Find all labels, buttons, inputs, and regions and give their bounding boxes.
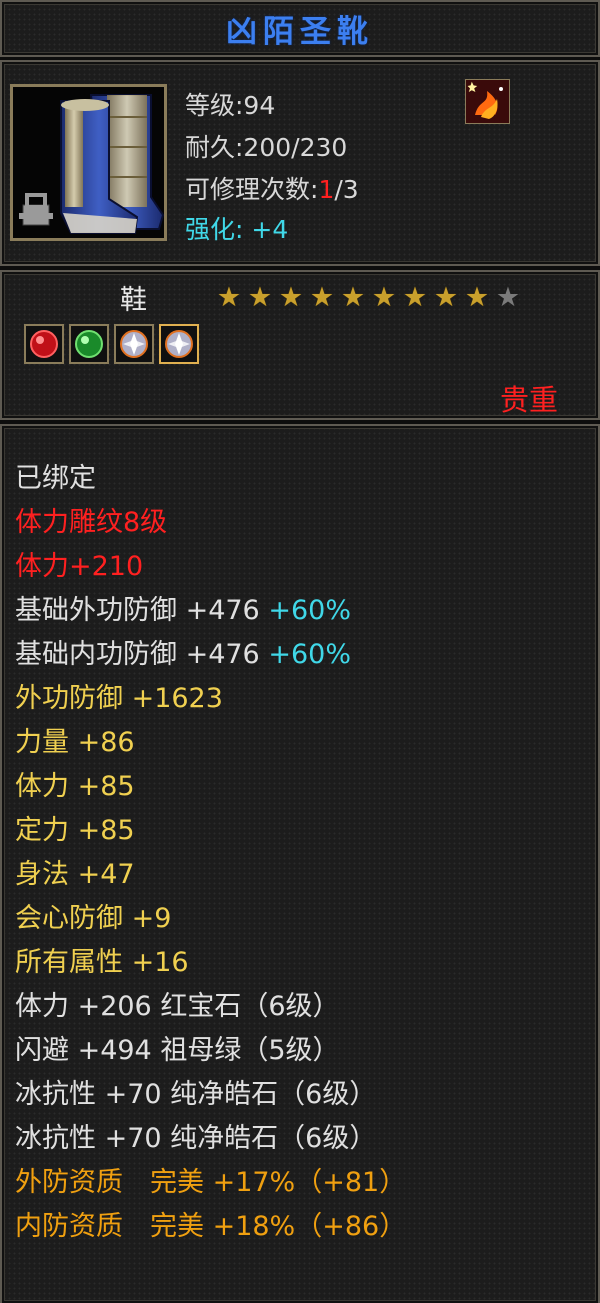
star-filled-icon: ★ bbox=[402, 282, 428, 313]
agility: 身法 +47 bbox=[15, 859, 135, 890]
base-external-defense: 基础外功防御 +476 +60% bbox=[15, 588, 351, 627]
enhance-level: 强化: +4 bbox=[185, 210, 288, 246]
star-filled-icon: ★ bbox=[278, 282, 304, 313]
item-durability: 耐久:200/230 bbox=[185, 133, 348, 162]
aptitude-internal: 内防资质 完美 +18%（+86） bbox=[15, 1211, 407, 1242]
star-filled-icon: ★ bbox=[371, 282, 397, 313]
repair-suffix: /3 bbox=[334, 175, 359, 204]
bound-status: 已绑定 bbox=[15, 463, 96, 494]
star-filled-icon: ★ bbox=[433, 282, 459, 313]
carve-level: 体力雕纹8级 bbox=[15, 507, 168, 538]
star-rating: ★ ★ ★ ★ ★ ★ ★ ★ ★ ★ bbox=[214, 284, 523, 311]
critical-defense: 会心防御 +9 bbox=[15, 903, 172, 934]
gem-bonus-1: 体力 +206 红宝石（6级） bbox=[15, 991, 340, 1022]
gem-bonus-3: 冰抗性 +70 纯净皓石（6级） bbox=[15, 1079, 377, 1110]
aptitude-external: 外防资质 完美 +17%（+81） bbox=[15, 1167, 407, 1198]
base-external-defense-percent: +60% bbox=[268, 595, 351, 626]
star-empty-icon: ★ bbox=[495, 282, 521, 313]
repair-current: 1 bbox=[318, 175, 335, 204]
enhance-value: +4 bbox=[251, 215, 289, 244]
diamond-gem-icon[interactable] bbox=[114, 324, 154, 364]
focus: 定力 +85 bbox=[15, 815, 135, 846]
base-internal-defense-percent: +60% bbox=[268, 639, 351, 670]
enhance-label: 强化: bbox=[185, 215, 244, 244]
star-filled-icon: ★ bbox=[309, 282, 335, 313]
external-defense: 外功防御 +1623 bbox=[15, 683, 223, 714]
item-title: 凶陌圣靴 bbox=[226, 14, 374, 50]
star-filled-icon: ★ bbox=[216, 282, 242, 313]
diamond-gem-icon[interactable] bbox=[159, 324, 199, 364]
star-filled-icon: ★ bbox=[464, 282, 490, 313]
blue-boots-icon[interactable] bbox=[10, 84, 167, 241]
attribute-list: 已绑定 体力雕纹8级 体力+210 基础外功防御 +476 +60% 基础内功防… bbox=[0, 424, 600, 1303]
strength: 力量 +86 bbox=[15, 727, 135, 758]
ruby-gem-icon[interactable] bbox=[24, 324, 64, 364]
gem-bonus-4: 冰抗性 +70 纯净皓石（6级） bbox=[15, 1123, 377, 1154]
base-internal-defense-label: 基础内功防御 +476 bbox=[15, 639, 260, 670]
star-filled-icon: ★ bbox=[340, 282, 366, 313]
repair-prefix: 可修理次数: bbox=[185, 175, 319, 204]
star-filled-icon: ★ bbox=[247, 282, 273, 313]
item-header: 等级:94 耐久:200/230 可修理次数:1/3 强化: +4 bbox=[0, 60, 600, 266]
title-bar: 凶陌圣靴 bbox=[0, 0, 600, 57]
fire-rune-icon[interactable] bbox=[464, 78, 511, 125]
item-info: 鞋 ★ ★ ★ ★ ★ ★ ★ ★ ★ ★ 贵重 bbox=[0, 270, 600, 420]
rarity-label: 贵重 bbox=[499, 383, 558, 417]
emerald-gem-icon[interactable] bbox=[69, 324, 109, 364]
base-internal-defense: 基础内功防御 +476 +60% bbox=[15, 632, 351, 671]
all-attributes: 所有属性 +16 bbox=[15, 947, 189, 978]
item-level: 等级:94 bbox=[185, 91, 276, 120]
stamina: 体力 +85 bbox=[15, 771, 135, 802]
carve-bonus: 体力+210 bbox=[15, 551, 144, 582]
gem-bonus-2: 闪避 +494 祖母绿（5级） bbox=[15, 1035, 340, 1066]
base-external-defense-label: 基础外功防御 +476 bbox=[15, 595, 260, 626]
gem-sockets bbox=[24, 324, 199, 364]
repair-count: 可修理次数:1/3 bbox=[185, 170, 359, 206]
slot-type: 鞋 bbox=[120, 285, 147, 316]
